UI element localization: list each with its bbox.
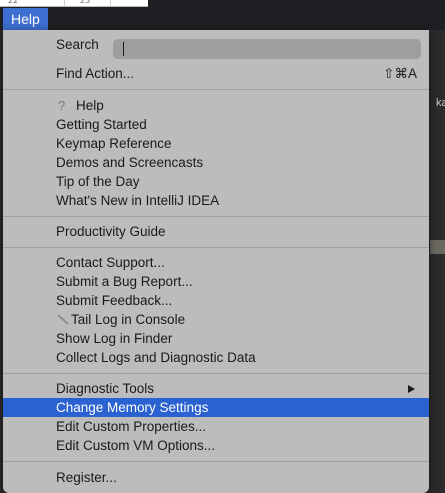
- search-row: Search: [3, 35, 429, 59]
- help-menu-title[interactable]: Help: [3, 8, 48, 30]
- productivity-guide-item[interactable]: Productivity Guide: [3, 222, 429, 241]
- register-item[interactable]: Register...: [3, 468, 429, 487]
- collect-logs-item[interactable]: Collect Logs and Diagnostic Data: [3, 348, 429, 367]
- tail-log-icon: [57, 314, 69, 325]
- edit-custom-properties-item[interactable]: Edit Custom Properties...: [3, 417, 429, 436]
- contact-support-item[interactable]: Contact Support...: [3, 253, 429, 272]
- find-action-item[interactable]: Find Action... ⇧⌘A: [3, 64, 429, 83]
- separator: [3, 373, 429, 374]
- background-edge-highlight: [430, 240, 445, 254]
- tip-of-the-day-item[interactable]: Tip of the Day: [3, 172, 429, 191]
- separator: [3, 247, 429, 248]
- diagnostic-tools-label: Diagnostic Tools: [56, 381, 155, 396]
- background-cell: 22: [8, 0, 19, 5]
- separator: [3, 216, 429, 217]
- submenu-arrow-icon: [408, 385, 415, 393]
- keymap-reference-item[interactable]: Keymap Reference: [3, 134, 429, 153]
- menu-bar: [0, 8, 445, 30]
- tail-log-item[interactable]: Tail Log in Console: [3, 310, 429, 329]
- change-memory-settings-item[interactable]: Change Memory Settings: [3, 398, 429, 417]
- search-input[interactable]: [113, 39, 421, 59]
- background-table-strip: 22 23: [0, 0, 148, 7]
- find-action-label: Find Action...: [56, 66, 135, 81]
- cell-divider: [110, 0, 111, 6]
- background-cell: 23: [80, 0, 91, 5]
- cell-divider: [64, 0, 65, 6]
- help-label: Help: [76, 98, 104, 113]
- separator: [3, 89, 429, 90]
- submit-feedback-item[interactable]: Submit Feedback...: [3, 291, 429, 310]
- text-caret: [123, 42, 124, 56]
- background-edge-text: kag: [436, 97, 445, 109]
- getting-started-item[interactable]: Getting Started: [3, 115, 429, 134]
- tail-log-label: Tail Log in Console: [71, 312, 186, 327]
- diagnostic-tools-item[interactable]: Diagnostic Tools: [3, 379, 429, 398]
- edit-custom-vm-options-item[interactable]: Edit Custom VM Options...: [3, 436, 429, 455]
- search-label: Search: [56, 37, 99, 52]
- help-item[interactable]: ? Help: [3, 96, 429, 115]
- show-log-in-finder-item[interactable]: Show Log in Finder: [3, 329, 429, 348]
- separator: [3, 461, 429, 462]
- whats-new-item[interactable]: What's New in IntelliJ IDEA: [3, 191, 429, 210]
- help-dropdown-menu: Search Find Action... ⇧⌘A ? Help Getting …: [3, 30, 429, 493]
- submit-bug-report-item[interactable]: Submit a Bug Report...: [3, 272, 429, 291]
- demos-screencasts-item[interactable]: Demos and Screencasts: [3, 153, 429, 172]
- question-mark-icon: ?: [58, 98, 66, 113]
- find-action-shortcut: ⇧⌘A: [383, 66, 417, 81]
